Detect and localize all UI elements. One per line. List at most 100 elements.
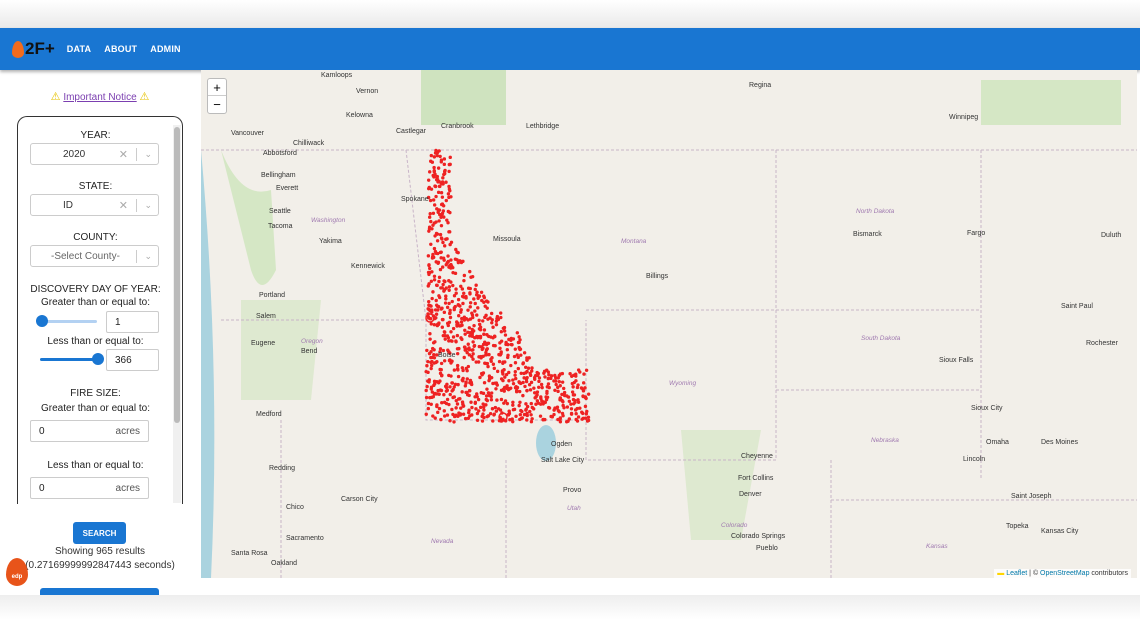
fire-marker[interactable]: [454, 398, 458, 403]
fire-marker[interactable]: [570, 374, 574, 379]
fire-marker[interactable]: [561, 414, 565, 418]
fire-marker[interactable]: [569, 407, 574, 411]
fire-marker[interactable]: [443, 337, 447, 341]
clear-icon[interactable]: ✕: [119, 199, 128, 212]
fire-marker[interactable]: [459, 336, 463, 340]
fire-marker[interactable]: [522, 376, 526, 380]
fire-marker[interactable]: [448, 189, 452, 193]
fire-marker[interactable]: [529, 380, 534, 385]
fire-marker[interactable]: [442, 310, 447, 315]
fire-marker[interactable]: [509, 342, 513, 347]
fire-marker[interactable]: [514, 376, 518, 381]
fire-marker[interactable]: [537, 379, 541, 384]
fire-marker[interactable]: [447, 301, 451, 306]
fire-marker[interactable]: [576, 368, 581, 372]
fire-marker[interactable]: [575, 385, 580, 390]
fire-marker[interactable]: [435, 404, 439, 409]
fire-marker[interactable]: [492, 366, 496, 371]
fire-marker[interactable]: [485, 341, 490, 346]
fire-marker[interactable]: [524, 371, 528, 375]
fire-marker[interactable]: [445, 305, 450, 310]
fire-marker[interactable]: [586, 392, 591, 396]
fire-marker[interactable]: [462, 291, 466, 295]
fire-marker[interactable]: [461, 301, 465, 306]
fire-marker[interactable]: [529, 401, 533, 406]
fire-marker[interactable]: [448, 419, 452, 423]
fire-marker[interactable]: [468, 317, 473, 321]
fire-marker[interactable]: [462, 278, 466, 283]
fire-marker[interactable]: [430, 346, 435, 351]
fire-marker[interactable]: [490, 321, 494, 325]
discovery-lte-slider[interactable]: [40, 353, 104, 365]
fire-marker[interactable]: [557, 410, 561, 414]
fire-marker[interactable]: [428, 337, 432, 341]
fire-marker[interactable]: [432, 383, 436, 388]
fire-marker[interactable]: [562, 386, 566, 391]
fire-marker[interactable]: [440, 211, 445, 216]
fire-marker[interactable]: [450, 299, 454, 304]
fire-marker[interactable]: [428, 309, 432, 313]
fire-marker[interactable]: [448, 311, 452, 315]
fire-marker[interactable]: [454, 339, 458, 343]
fire-marker[interactable]: [427, 282, 431, 286]
state-select[interactable]: ID ✕ ⌄: [30, 194, 159, 216]
fire-marker[interactable]: [432, 356, 437, 360]
fire-marker[interactable]: [518, 338, 522, 342]
fire-size-gte-input[interactable]: 0 acres: [30, 420, 149, 442]
fire-marker[interactable]: [437, 294, 441, 298]
fire-marker[interactable]: [432, 246, 437, 251]
fire-marker[interactable]: [443, 301, 448, 305]
logo[interactable]: 2F+: [12, 39, 55, 59]
fire-marker[interactable]: [431, 414, 435, 418]
fire-marker[interactable]: [478, 375, 482, 380]
fire-marker[interactable]: [458, 304, 462, 308]
fire-marker[interactable]: [429, 242, 433, 246]
fire-marker[interactable]: [436, 180, 440, 184]
fire-marker[interactable]: [586, 415, 591, 419]
fire-marker[interactable]: [436, 260, 441, 265]
fire-marker[interactable]: [580, 410, 584, 414]
fire-marker[interactable]: [441, 240, 445, 245]
fire-marker[interactable]: [436, 410, 440, 415]
fire-marker[interactable]: [440, 181, 445, 185]
fire-marker[interactable]: [485, 398, 489, 403]
fire-marker[interactable]: [460, 366, 465, 370]
chevron-down-icon[interactable]: ⌄: [144, 200, 152, 211]
fire-marker[interactable]: [482, 408, 486, 412]
fire-marker[interactable]: [442, 359, 447, 363]
fire-marker[interactable]: [519, 408, 523, 413]
fire-marker[interactable]: [482, 294, 486, 298]
fire-marker[interactable]: [429, 187, 434, 191]
fire-marker[interactable]: [468, 269, 472, 274]
fire-marker[interactable]: [476, 306, 480, 310]
fire-marker[interactable]: [539, 382, 544, 387]
fire-marker[interactable]: [567, 399, 572, 403]
fire-marker[interactable]: [521, 393, 525, 398]
fire-marker[interactable]: [428, 331, 432, 336]
discovery-lte-input[interactable]: 366: [106, 349, 159, 371]
fire-marker[interactable]: [442, 279, 446, 283]
fire-marker[interactable]: [427, 229, 431, 233]
nav-admin[interactable]: ADMIN: [150, 44, 181, 54]
fire-marker[interactable]: [448, 210, 452, 215]
fire-marker[interactable]: [554, 382, 558, 387]
fire-marker[interactable]: [467, 347, 472, 352]
fire-marker[interactable]: [549, 376, 553, 381]
fire-marker[interactable]: [475, 411, 480, 416]
fire-marker[interactable]: [439, 286, 443, 290]
fire-marker[interactable]: [433, 151, 438, 155]
fire-marker[interactable]: [444, 180, 448, 184]
fire-marker[interactable]: [549, 414, 553, 419]
fire-marker[interactable]: [499, 350, 503, 354]
fire-marker[interactable]: [478, 334, 483, 339]
fire-marker[interactable]: [439, 417, 443, 422]
fire-marker[interactable]: [490, 356, 494, 360]
fire-marker[interactable]: [525, 358, 529, 362]
fire-marker[interactable]: [495, 314, 500, 319]
fire-marker[interactable]: [506, 353, 510, 357]
fire-marker[interactable]: [499, 329, 504, 334]
fire-marker[interactable]: [473, 287, 477, 292]
fire-marker[interactable]: [438, 371, 443, 376]
fire-marker[interactable]: [432, 221, 437, 225]
fire-marker[interactable]: [440, 325, 445, 329]
